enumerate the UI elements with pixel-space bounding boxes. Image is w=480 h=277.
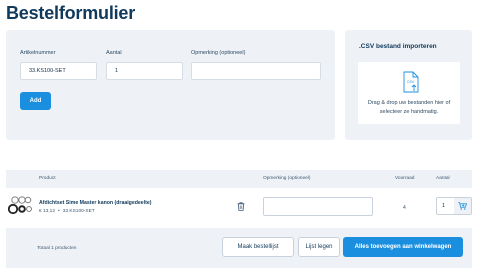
stock-value: 4 [403, 205, 406, 211]
product-name: Afdichtset Sime Master kanon (draaigedee… [39, 200, 152, 206]
product-meta: € 13,12 • 33.KS100-SET [39, 209, 95, 214]
remark-input[interactable] [191, 62, 321, 80]
dropzone-instructions: Drag & drop uw bestanden hier of selecte… [362, 99, 456, 117]
page-title: Bestelformulier [6, 3, 136, 23]
row-remark-input[interactable] [263, 197, 373, 216]
table-row: Afdichtset Sime Master kanon (draaigedee… [6, 188, 472, 228]
add-button[interactable]: Add [20, 92, 51, 110]
row-quantity-value[interactable]: 1 [442, 203, 445, 209]
product-sku: 33.KS100-SET [62, 209, 95, 214]
cart-plus-icon [458, 202, 467, 210]
create-order-list-button[interactable]: Maak bestellijst [222, 237, 294, 257]
quantity-input[interactable] [106, 62, 183, 80]
table-header: Product Opmerking (optioneel) Voorraad A… [6, 170, 472, 188]
article-number-label: Artikelnummer [20, 50, 56, 56]
csv-import-card: .CSV bestand importeren CSV Drag & drop … [345, 30, 472, 140]
article-number-input[interactable] [20, 62, 97, 80]
add-all-to-cart-button[interactable]: Alles toevoegen aan winkelwagen [343, 237, 463, 257]
column-header-product: Product [39, 176, 56, 181]
add-to-cart-button[interactable] [454, 198, 471, 214]
product-image [8, 196, 32, 215]
table-footer: Totaal 1 producten Maak bestellijst Lijs… [6, 228, 472, 268]
total-products-text: Totaal 1 producten [37, 246, 77, 251]
csv-file-upload-icon: CSV [403, 71, 419, 93]
column-header-remark: Opmerking (optioneel) [263, 176, 311, 181]
dropzone-text-line1: Drag & drop uw bestanden hier of [367, 100, 451, 106]
quantity-stepper[interactable]: 1 [436, 197, 472, 215]
quantity-label: Aantal [106, 50, 122, 56]
csv-dropzone[interactable]: CSV Drag & drop uw bestanden hier of sel… [358, 62, 460, 124]
trash-icon[interactable] [237, 202, 245, 211]
svg-text:CSV: CSV [407, 80, 415, 84]
csv-import-title: .CSV bestand importeren [359, 43, 437, 50]
clear-list-button[interactable]: Lijst legen [298, 237, 340, 257]
separator-dot: • [58, 209, 60, 214]
order-form-card: Artikelnummer Aantal Opmerking (optionee… [6, 30, 335, 140]
product-price: € 13,12 [39, 209, 56, 214]
column-header-quantity: Aantal [436, 176, 450, 181]
column-header-stock: Voorraad [395, 176, 415, 181]
dropzone-text-line2: selecteer ze handmatig. [379, 109, 439, 115]
remark-label: Opmerking (optioneel) [191, 50, 246, 56]
